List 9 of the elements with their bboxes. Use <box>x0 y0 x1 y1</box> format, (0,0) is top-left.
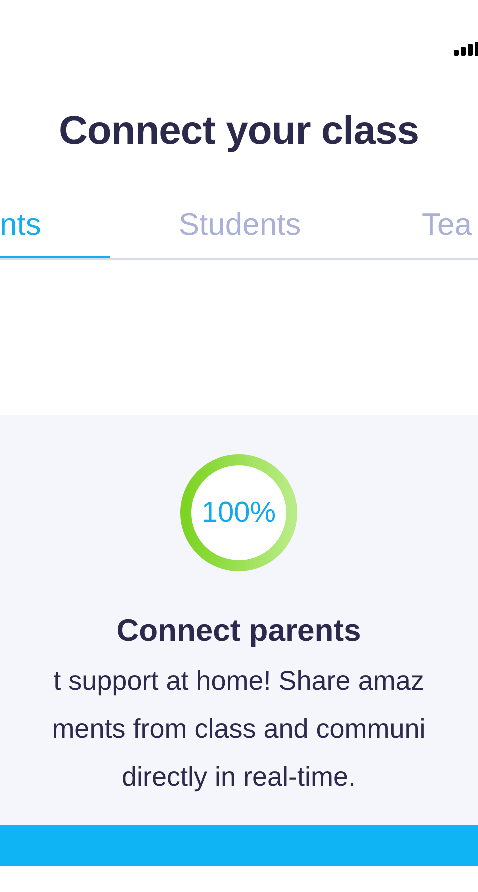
page-title: Connect your class <box>58 108 420 155</box>
printouts-button[interactable] <box>0 825 478 866</box>
signal-icon <box>454 42 478 56</box>
tab[interactable]: nts <box>0 206 110 258</box>
tab[interactable]: Tea <box>370 206 478 258</box>
tab[interactable]: Students <box>110 206 370 258</box>
card-title: Connect parents <box>116 613 362 649</box>
card-description: t support at home! Share amaz ments from class and communi directly in real-time. <box>52 665 426 794</box>
progress-reading: 100% <box>202 496 276 530</box>
